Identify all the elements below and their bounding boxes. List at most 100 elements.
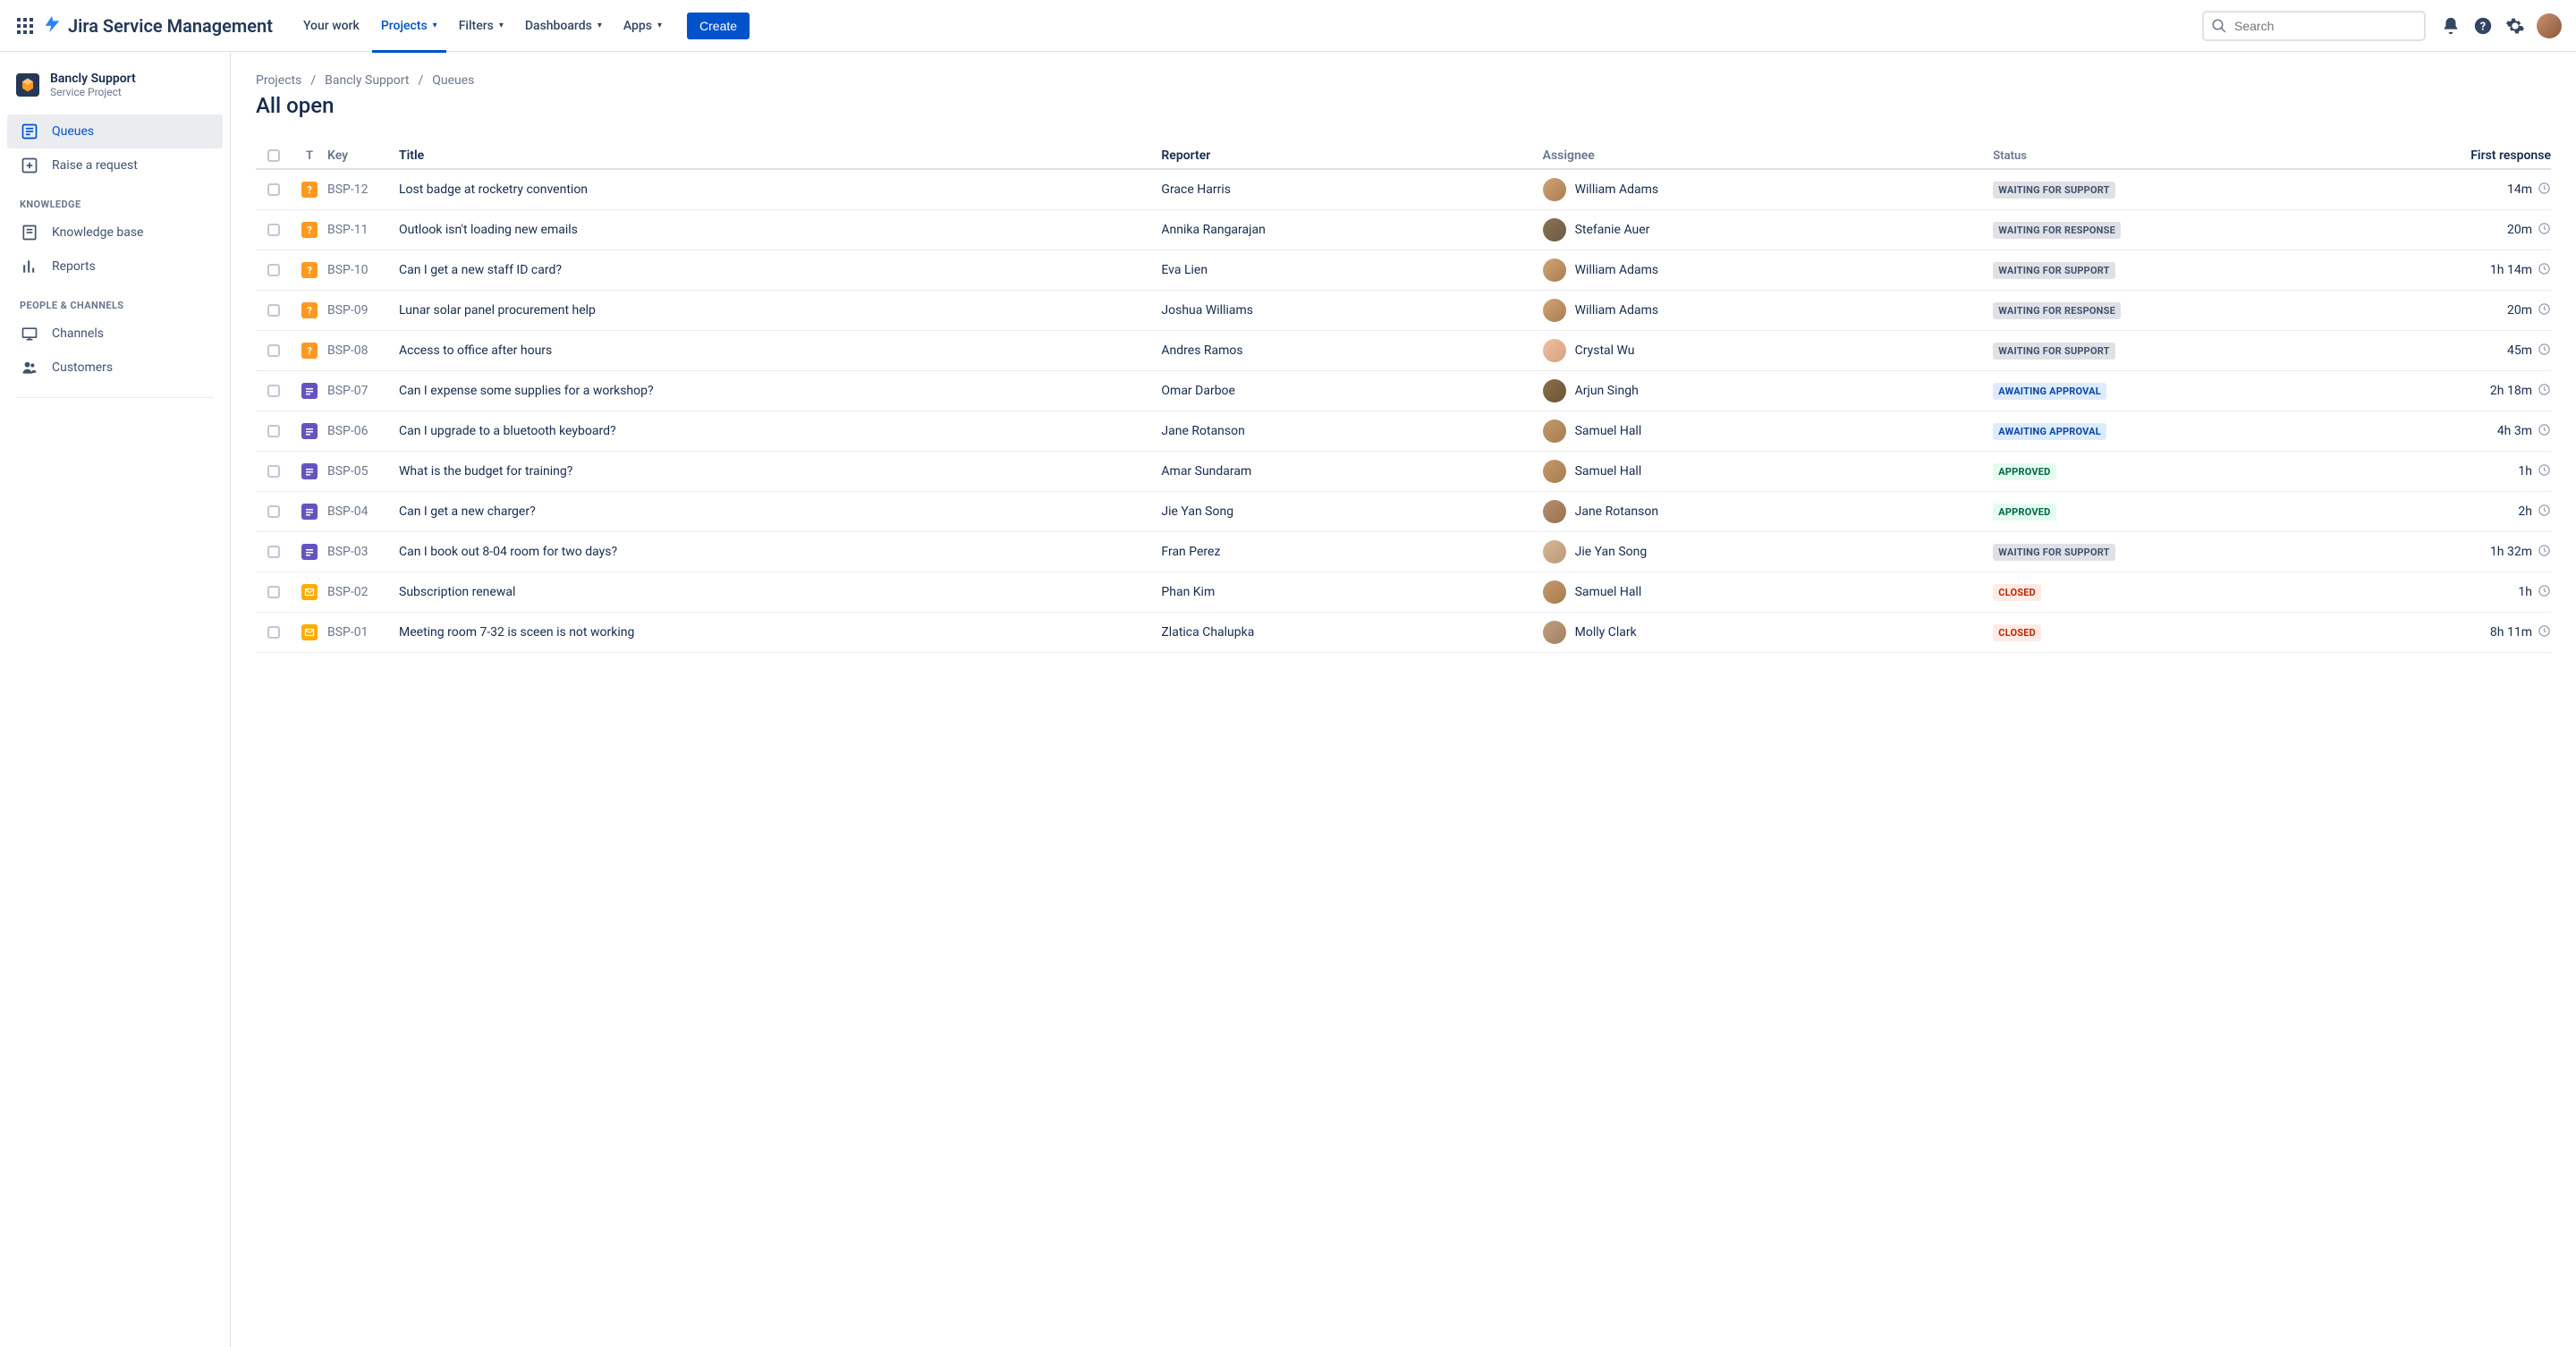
- row-checkbox[interactable]: [267, 264, 280, 276]
- table-row[interactable]: BSP-03Can I book out 8-04 room for two d…: [256, 532, 2551, 572]
- status-badge[interactable]: WAITING FOR SUPPORT: [1993, 182, 2114, 199]
- ticket-title[interactable]: Outlook isn't loading new emails: [399, 223, 1161, 237]
- assignee-avatar[interactable]: [1543, 258, 1566, 282]
- select-all-checkbox[interactable]: [267, 149, 280, 162]
- assignee-avatar[interactable]: [1543, 218, 1566, 241]
- status-badge[interactable]: CLOSED: [1993, 624, 2041, 641]
- ticket-title[interactable]: Lost badge at rocketry convention: [399, 182, 1161, 197]
- row-checkbox[interactable]: [267, 224, 280, 236]
- ticket-key[interactable]: BSP-08: [327, 343, 399, 358]
- column-header-assignee[interactable]: Assignee: [1543, 148, 1994, 163]
- row-checkbox[interactable]: [267, 505, 280, 518]
- ticket-key[interactable]: BSP-02: [327, 585, 399, 599]
- sidebar-item-customers[interactable]: Customers: [7, 351, 223, 385]
- breadcrumb-link[interactable]: Bancly Support: [325, 73, 409, 88]
- search-input[interactable]: [2202, 11, 2426, 41]
- ticket-title[interactable]: Can I book out 8-04 room for two days?: [399, 545, 1161, 559]
- row-checkbox[interactable]: [267, 385, 280, 397]
- table-row[interactable]: ?BSP-10Can I get a new staff ID card?Eva…: [256, 250, 2551, 291]
- column-header-first-response[interactable]: First response: [2444, 148, 2551, 163]
- status-badge[interactable]: WAITING FOR RESPONSE: [1993, 222, 2121, 239]
- assignee-avatar[interactable]: [1543, 379, 1566, 402]
- ticket-title[interactable]: Can I get a new charger?: [399, 504, 1161, 519]
- ticket-key[interactable]: BSP-05: [327, 464, 399, 479]
- assignee-avatar[interactable]: [1543, 339, 1566, 362]
- column-header-reporter[interactable]: Reporter: [1161, 148, 1542, 163]
- column-header-title[interactable]: Title: [399, 148, 1161, 163]
- sidebar-item-reports[interactable]: Reports: [7, 250, 223, 284]
- breadcrumb-link[interactable]: Projects: [256, 73, 301, 88]
- row-checkbox[interactable]: [267, 304, 280, 317]
- row-checkbox[interactable]: [267, 465, 280, 478]
- assignee-avatar[interactable]: [1543, 460, 1566, 483]
- ticket-title[interactable]: Meeting room 7-32 is sceen is not workin…: [399, 625, 1161, 640]
- nav-your-work[interactable]: Your work: [294, 13, 369, 38]
- app-switcher-icon[interactable]: [14, 15, 36, 37]
- assignee-avatar[interactable]: [1543, 178, 1566, 201]
- sidebar-item-raise-request[interactable]: Raise a request: [7, 148, 223, 182]
- table-row[interactable]: ?BSP-09Lunar solar panel procurement hel…: [256, 291, 2551, 331]
- table-row[interactable]: BSP-02Subscription renewalPhan KimSamuel…: [256, 572, 2551, 613]
- ticket-key[interactable]: BSP-06: [327, 424, 399, 438]
- status-badge[interactable]: APPROVED: [1993, 504, 2055, 521]
- ticket-key[interactable]: BSP-01: [327, 625, 399, 640]
- ticket-key[interactable]: BSP-07: [327, 384, 399, 398]
- ticket-title[interactable]: Subscription renewal: [399, 585, 1161, 599]
- sidebar-item-knowledge-base[interactable]: Knowledge base: [7, 216, 223, 250]
- status-badge[interactable]: APPROVED: [1993, 463, 2055, 480]
- project-header[interactable]: Bancly Support Service Project: [7, 68, 223, 114]
- column-header-status[interactable]: Status: [1993, 149, 2444, 163]
- user-avatar[interactable]: [2537, 13, 2562, 38]
- status-badge[interactable]: AWAITING APPROVAL: [1993, 423, 2106, 440]
- settings-icon[interactable]: [2501, 12, 2529, 40]
- nav-dashboards[interactable]: Dashboards▾: [516, 13, 611, 38]
- row-checkbox[interactable]: [267, 425, 280, 437]
- status-badge[interactable]: WAITING FOR RESPONSE: [1993, 302, 2121, 319]
- nav-filters[interactable]: Filters▾: [450, 13, 513, 38]
- row-checkbox[interactable]: [267, 626, 280, 639]
- table-row[interactable]: ?BSP-12Lost badge at rocketry convention…: [256, 170, 2551, 210]
- sidebar-item-queues[interactable]: Queues: [7, 114, 223, 148]
- table-row[interactable]: ?BSP-11Outlook isn't loading new emailsA…: [256, 210, 2551, 250]
- assignee-avatar[interactable]: [1543, 299, 1566, 322]
- column-header-key[interactable]: Key: [327, 148, 399, 163]
- ticket-key[interactable]: BSP-09: [327, 303, 399, 318]
- row-checkbox[interactable]: [267, 586, 280, 598]
- breadcrumb-link[interactable]: Queues: [432, 73, 474, 88]
- status-badge[interactable]: WAITING FOR SUPPORT: [1993, 262, 2114, 279]
- ticket-title[interactable]: Can I get a new staff ID card?: [399, 263, 1161, 277]
- sidebar-item-channels[interactable]: Channels: [7, 317, 223, 351]
- ticket-title[interactable]: Can I expense some supplies for a worksh…: [399, 384, 1161, 398]
- table-row[interactable]: ?BSP-08Access to office after hoursAndre…: [256, 331, 2551, 371]
- ticket-key[interactable]: BSP-11: [327, 223, 399, 237]
- status-badge[interactable]: CLOSED: [1993, 584, 2041, 601]
- ticket-title[interactable]: Lunar solar panel procurement help: [399, 303, 1161, 318]
- ticket-key[interactable]: BSP-03: [327, 545, 399, 559]
- assignee-avatar[interactable]: [1543, 540, 1566, 563]
- table-row[interactable]: BSP-07Can I expense some supplies for a …: [256, 371, 2551, 411]
- status-badge[interactable]: WAITING FOR SUPPORT: [1993, 343, 2114, 360]
- table-row[interactable]: BSP-05What is the budget for training?Am…: [256, 452, 2551, 492]
- table-row[interactable]: BSP-06Can I upgrade to a bluetooth keybo…: [256, 411, 2551, 452]
- nav-projects[interactable]: Projects▾: [372, 13, 446, 38]
- assignee-avatar[interactable]: [1543, 419, 1566, 443]
- ticket-key[interactable]: BSP-04: [327, 504, 399, 519]
- notifications-icon[interactable]: [2436, 12, 2465, 40]
- row-checkbox[interactable]: [267, 546, 280, 558]
- status-badge[interactable]: AWAITING APPROVAL: [1993, 383, 2106, 400]
- assignee-avatar[interactable]: [1543, 580, 1566, 604]
- ticket-title[interactable]: What is the budget for training?: [399, 464, 1161, 479]
- table-row[interactable]: BSP-01Meeting room 7-32 is sceen is not …: [256, 613, 2551, 653]
- status-badge[interactable]: WAITING FOR SUPPORT: [1993, 544, 2114, 561]
- nav-apps[interactable]: Apps▾: [614, 13, 671, 38]
- create-button[interactable]: Create: [687, 13, 750, 39]
- ticket-key[interactable]: BSP-12: [327, 182, 399, 197]
- product-logo[interactable]: Jira Service Management: [43, 14, 273, 38]
- column-header-type[interactable]: T: [292, 149, 327, 163]
- table-row[interactable]: BSP-04Can I get a new charger?Jie Yan So…: [256, 492, 2551, 532]
- assignee-avatar[interactable]: [1543, 500, 1566, 523]
- row-checkbox[interactable]: [267, 344, 280, 357]
- help-icon[interactable]: ?: [2469, 12, 2497, 40]
- ticket-title[interactable]: Can I upgrade to a bluetooth keyboard?: [399, 424, 1161, 438]
- ticket-key[interactable]: BSP-10: [327, 263, 399, 277]
